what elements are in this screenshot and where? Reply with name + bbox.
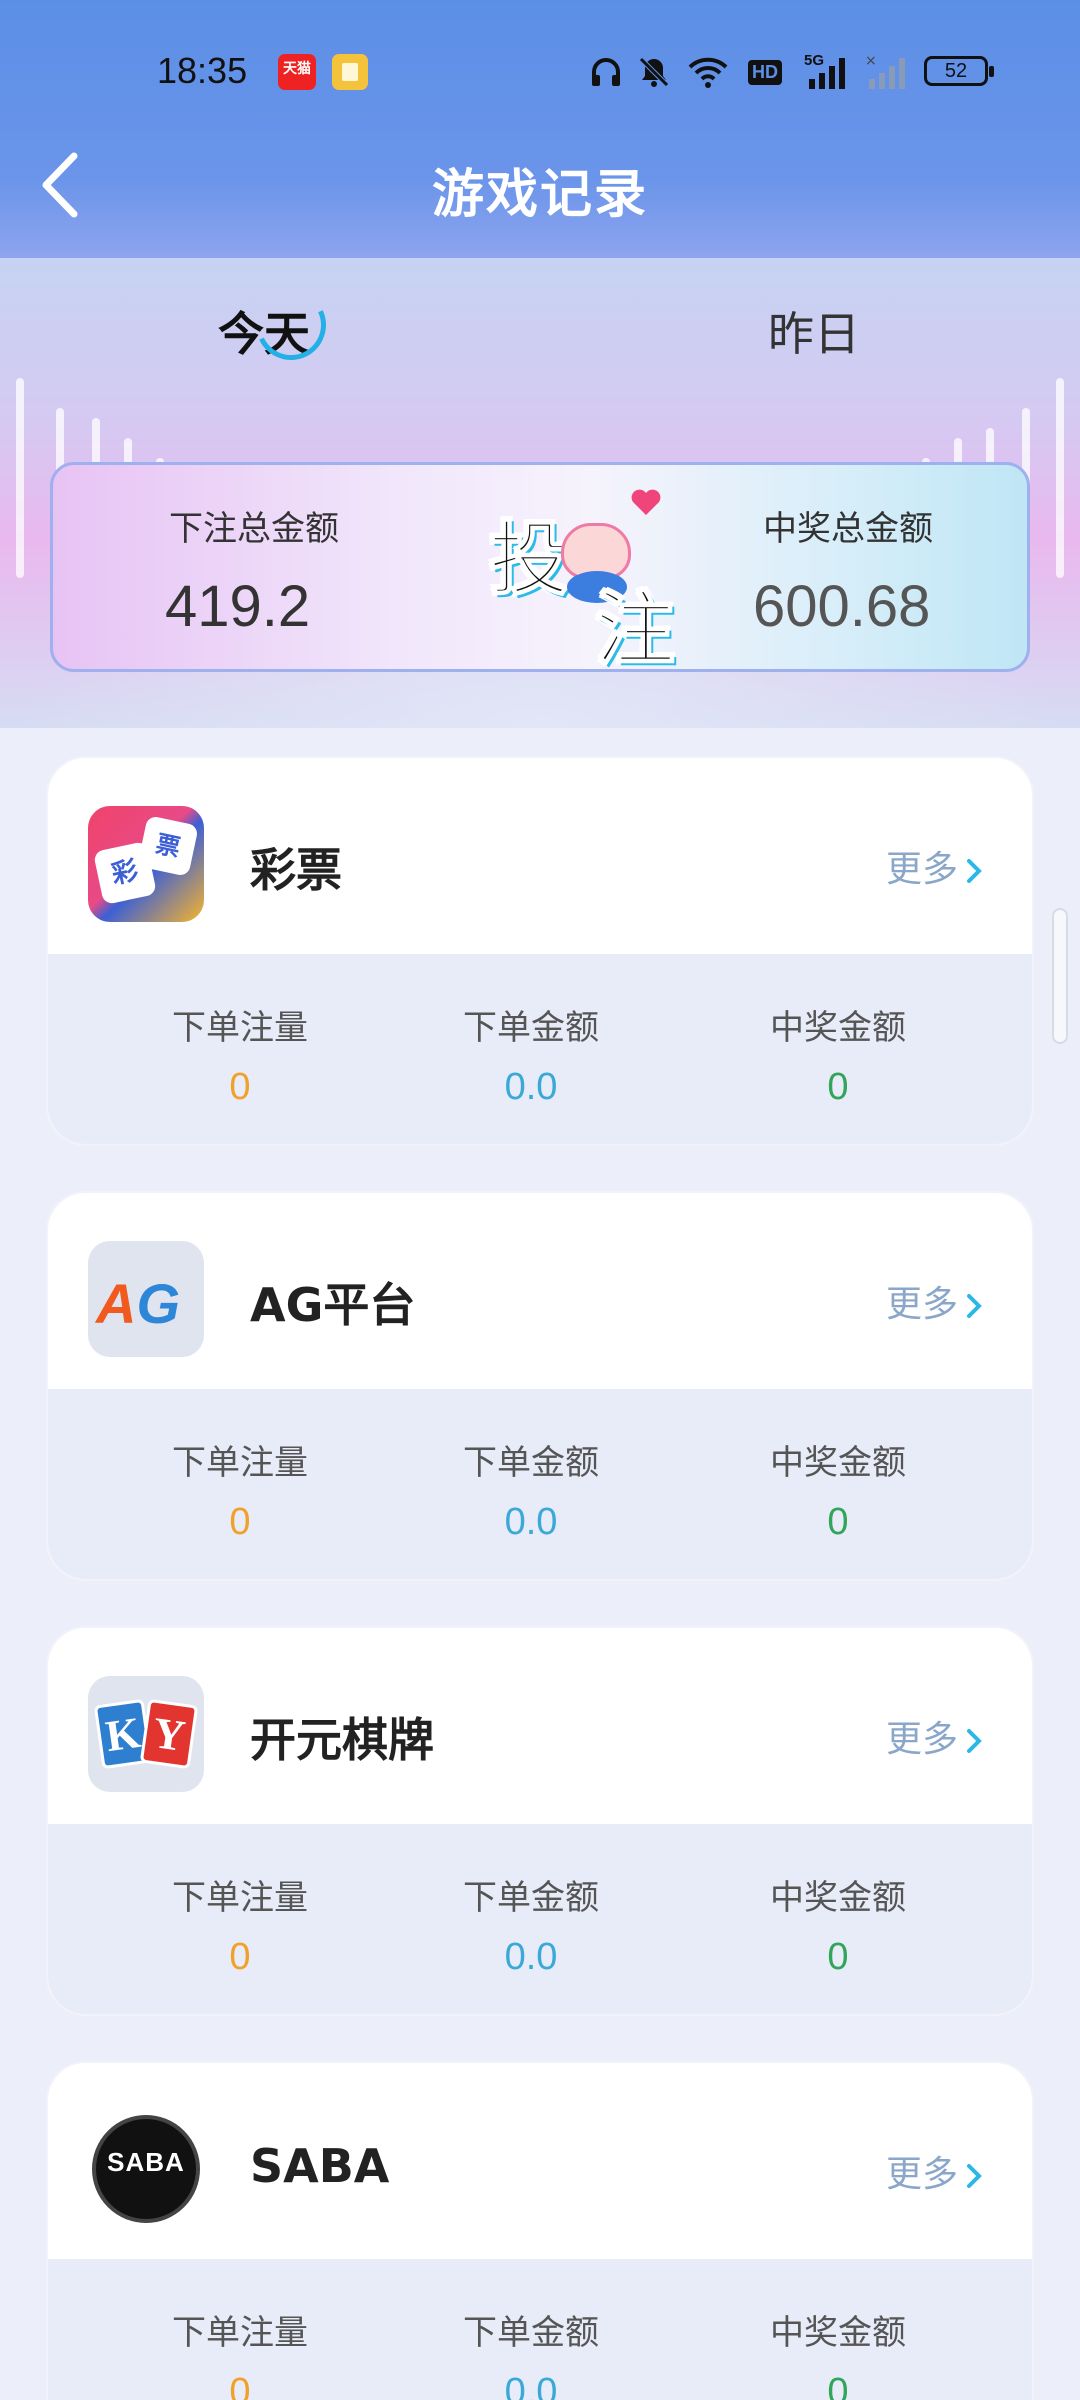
mute-icon bbox=[636, 52, 672, 92]
stat-value-amount: 0.0 bbox=[504, 1066, 558, 1108]
stat-value-win: 0 bbox=[827, 1501, 849, 1543]
stat-value-win: 0 bbox=[827, 1936, 849, 1978]
stat-value-amount: 0.0 bbox=[504, 1936, 558, 1978]
stat-value-count: 0 bbox=[229, 1066, 251, 1108]
heart-icon bbox=[631, 489, 661, 515]
status-time: 18:35 bbox=[157, 50, 248, 91]
book-icon bbox=[332, 54, 368, 90]
game-name: AG平台 bbox=[250, 1278, 416, 1332]
chevron-right-icon bbox=[967, 1294, 982, 1318]
stat-label-amount: 下单金额 bbox=[463, 2313, 599, 2353]
wifi-icon bbox=[686, 52, 730, 92]
game-card-ag: AG AG平台 更多 下单注量 下单金额 中奖金额 0 0.0 0 bbox=[46, 1191, 1034, 1581]
card-header: 彩 票 彩票 更多 bbox=[48, 758, 1032, 954]
card-header: SABA SABA 更多 bbox=[48, 2063, 1032, 2259]
total-win-value: 600.68 bbox=[753, 574, 931, 639]
stat-value-win: 0 bbox=[827, 1066, 849, 1108]
summary-card: 下注总金额 419.2 投 注 中奖总金额 600.68 bbox=[50, 462, 1030, 672]
ag-platform-icon: AG bbox=[88, 1241, 204, 1357]
battery-icon: 52 bbox=[924, 56, 994, 86]
stat-label-win: 中奖金额 bbox=[770, 1008, 906, 1048]
stat-value-amount: 0.0 bbox=[504, 1501, 558, 1543]
stat-label-amount: 下单金额 bbox=[463, 1443, 599, 1483]
card-stats: 下单注量 下单金额 中奖金额 0 0.0 0 bbox=[48, 1824, 1032, 2014]
stat-label-count: 下单注量 bbox=[172, 1878, 308, 1918]
ky-chess-icon: K Y bbox=[88, 1676, 204, 1792]
stat-value-count: 0 bbox=[229, 2371, 251, 2400]
tab-yesterday[interactable]: 昨日 bbox=[768, 298, 860, 364]
bet-char-1: 投 bbox=[488, 512, 570, 607]
card-header: K Y 开元棋牌 更多 bbox=[48, 1628, 1032, 1824]
5g-signal-icon: 5G bbox=[802, 52, 858, 92]
svg-text:×: × bbox=[865, 53, 877, 69]
stat-label-amount: 下单金额 bbox=[463, 1008, 599, 1048]
stat-label-count: 下单注量 bbox=[172, 1443, 308, 1483]
game-card-saba: SABA SABA 更多 下单注量 下单金额 中奖金额 0 0.0 0 bbox=[46, 2061, 1034, 2400]
game-name: SABA bbox=[250, 2139, 390, 2193]
total-bet-label: 下注总金额 bbox=[169, 509, 339, 549]
date-tabs: 今天 昨日 bbox=[0, 258, 1080, 408]
chevron-right-icon bbox=[967, 859, 982, 883]
stat-label-win: 中奖金额 bbox=[770, 1878, 906, 1918]
more-link[interactable]: 更多 bbox=[886, 840, 982, 892]
total-bet-value: 419.2 bbox=[165, 574, 311, 639]
stat-value-count: 0 bbox=[229, 1501, 251, 1543]
more-link[interactable]: 更多 bbox=[886, 2145, 982, 2197]
chevron-right-icon bbox=[967, 1729, 982, 1753]
game-card-ky: K Y 开元棋牌 更多 下单注量 下单金额 中奖金额 0 0.0 0 bbox=[46, 1626, 1034, 2016]
page-title: 游戏记录 bbox=[431, 165, 648, 225]
card-stats: 下单注量 下单金额 中奖金额 0 0.0 0 bbox=[48, 1389, 1032, 1579]
stat-label-count: 下单注量 bbox=[172, 2313, 308, 2353]
stat-value-amount: 0.0 bbox=[504, 2371, 558, 2400]
stat-label-win: 中奖金额 bbox=[770, 1443, 906, 1483]
scrollbar[interactable] bbox=[1052, 908, 1068, 1044]
stat-label-amount: 下单金额 bbox=[463, 1878, 599, 1918]
game-name: 开元棋牌 bbox=[250, 1713, 434, 1767]
app-header: 18:35 天猫 HD 5G × 52 游戏记录 bbox=[0, 0, 1080, 258]
stat-label-win: 中奖金额 bbox=[770, 2313, 906, 2353]
saba-icon: SABA bbox=[88, 2111, 204, 2227]
total-win-label: 中奖总金额 bbox=[763, 509, 933, 549]
game-name: 彩票 bbox=[250, 843, 342, 897]
bet-illustration: 投 注 bbox=[443, 475, 703, 669]
more-link[interactable]: 更多 bbox=[886, 1710, 982, 1762]
lottery-icon: 彩 票 bbox=[88, 806, 204, 922]
signal-icon: × bbox=[864, 52, 912, 92]
stat-label-count: 下单注量 bbox=[172, 1008, 308, 1048]
bet-char-2: 注 bbox=[594, 582, 676, 672]
chevron-right-icon bbox=[967, 2164, 982, 2188]
card-stats: 下单注量 下单金额 中奖金额 0 0.0 0 bbox=[48, 954, 1032, 1144]
game-card-lottery: 彩 票 彩票 更多 下单注量 下单金额 中奖金额 0 0.0 0 bbox=[46, 756, 1034, 1146]
status-bar: 18:35 天猫 HD 5G × 52 bbox=[0, 40, 1080, 104]
tmall-icon: 天猫 bbox=[278, 54, 316, 90]
card-header: AG AG平台 更多 bbox=[48, 1193, 1032, 1389]
hd-icon: HD bbox=[744, 52, 786, 92]
stat-value-win: 0 bbox=[827, 2371, 849, 2400]
stat-value-count: 0 bbox=[229, 1936, 251, 1978]
card-stats: 下单注量 下单金额 中奖金额 0 0.0 0 bbox=[48, 2259, 1032, 2400]
more-link[interactable]: 更多 bbox=[886, 1275, 982, 1327]
headphones-icon bbox=[588, 52, 624, 92]
